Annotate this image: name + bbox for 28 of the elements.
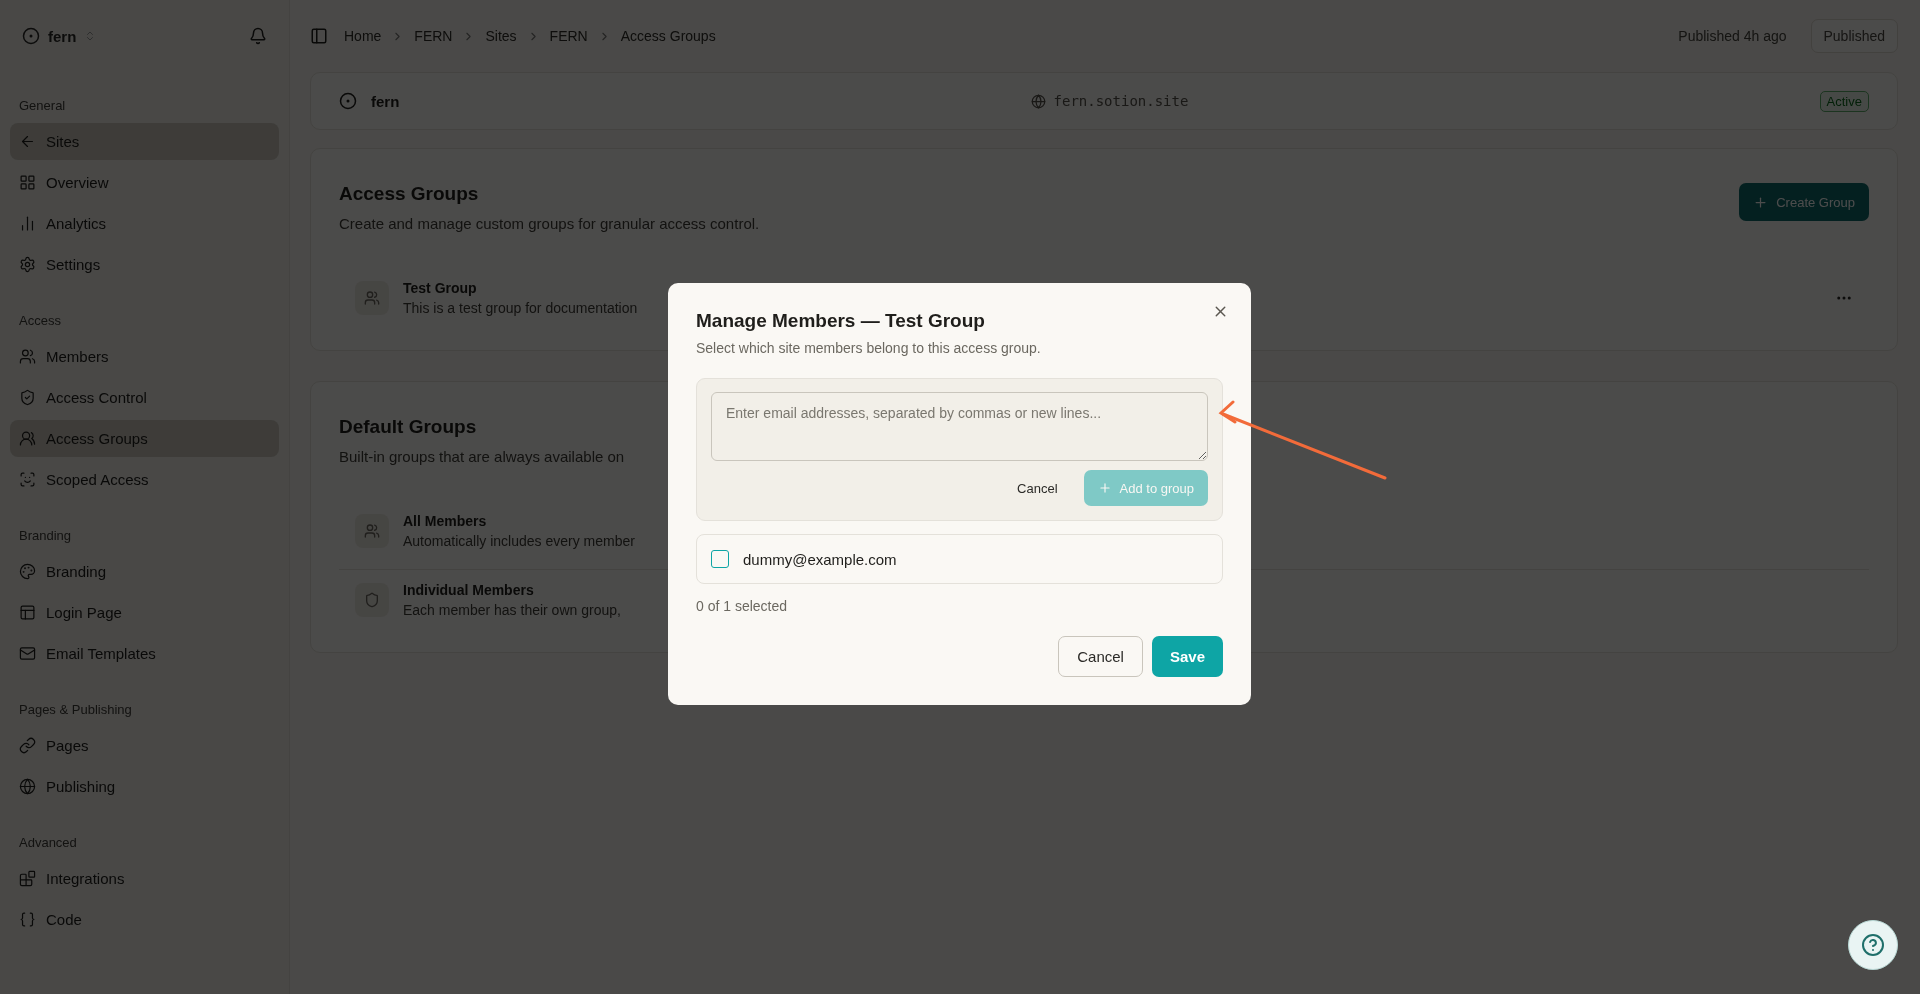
group-description: Each member has their own group,	[403, 602, 621, 618]
dialog-title: Manage Members — Test Group	[696, 310, 986, 332]
group-name: Test Group	[403, 280, 478, 296]
group-description: This is a test group for documentation	[403, 300, 638, 316]
save-button[interactable]: Save	[1151, 636, 1223, 677]
breadcrumb-link[interactable]: FERN	[414, 28, 453, 44]
section-description: Create and manage custom groups for granular access control.	[339, 215, 760, 232]
breadcrumb-link[interactable]: Home	[344, 28, 382, 44]
breadcrumb-link[interactable]: Access Groups	[620, 28, 716, 44]
member-row[interactable]: dummy@example.com	[696, 534, 1223, 584]
section-title: Default Groups	[339, 416, 478, 438]
site-name: fern	[371, 92, 400, 110]
breadcrumb-link[interactable]: FERN	[549, 28, 588, 44]
checkbox[interactable]	[711, 550, 729, 568]
cancel-button[interactable]: Cancel	[1013, 480, 1062, 496]
cancel-button[interactable]: Cancel	[1058, 636, 1143, 677]
section-description: Built-in groups that are always available on	[339, 448, 625, 465]
group-name: All Members	[403, 513, 488, 529]
group-description: Automatically includes every member	[403, 533, 635, 549]
email-input[interactable]: Enter email addresses, separated by commas or new lines...	[711, 392, 1208, 461]
plus-icon	[1097, 481, 1112, 495]
help-icon	[1861, 933, 1885, 957]
group-name: Individual Members	[403, 582, 535, 598]
member-email: dummy@example.com	[743, 550, 897, 568]
breadcrumb-link[interactable]: Sites	[485, 28, 517, 44]
dialog-subtitle: Select which site members belong to this access group.	[696, 340, 1042, 356]
section-title: Access Groups	[339, 183, 480, 205]
selection-count: 0 of 1 selected	[696, 598, 789, 614]
